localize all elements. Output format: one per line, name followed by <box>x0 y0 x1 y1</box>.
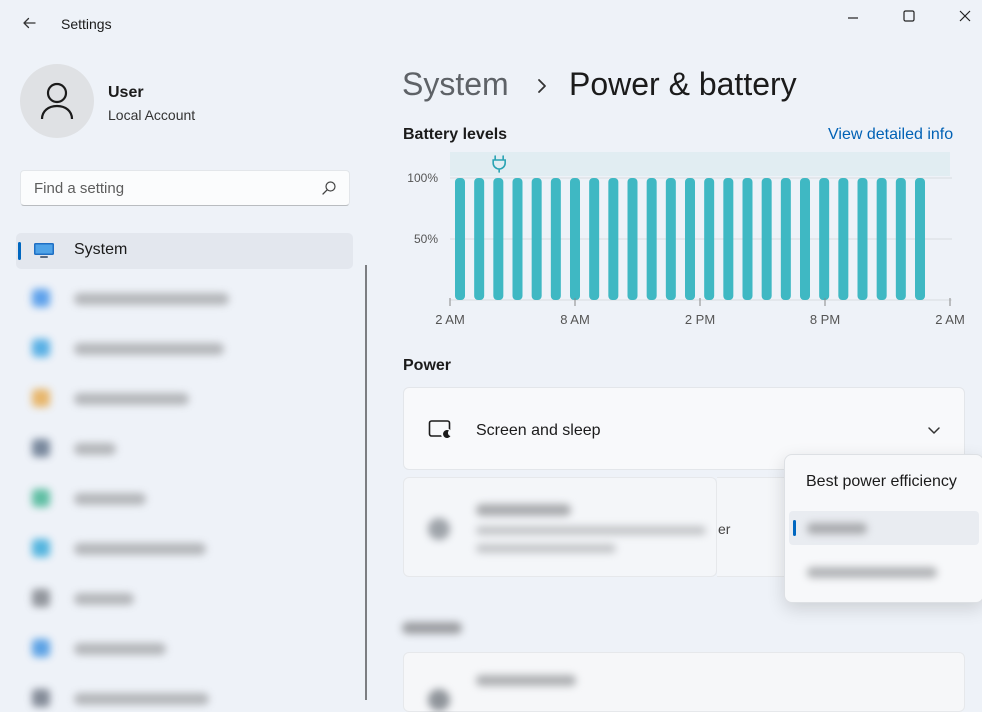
battery-bar <box>627 178 638 300</box>
screen-and-sleep-label: Screen and sleep <box>476 422 601 439</box>
search-icon[interactable] <box>321 180 337 196</box>
selection-indicator <box>793 520 796 536</box>
sidebar-item-icon <box>32 639 50 657</box>
battery-bar <box>493 178 504 300</box>
battery-bar <box>761 178 772 300</box>
battery-bar <box>531 178 542 300</box>
search-input[interactable]: Find a setting <box>20 170 350 206</box>
sidebar-item-icon <box>32 689 50 707</box>
sidebar-item-label-blurred <box>74 393 189 405</box>
close-button[interactable] <box>938 0 982 32</box>
option-best-power-efficiency[interactable]: Best power efficiency <box>806 473 957 491</box>
x-tick-label: 8 AM <box>560 312 590 327</box>
sidebar-item-label-blurred <box>74 443 116 455</box>
battery-bar <box>780 178 791 300</box>
chart-x-ticks: 2 AM 8 AM 2 PM 8 PM 2 AM <box>435 298 965 327</box>
battery-saver-card[interactable] <box>403 652 965 712</box>
app-title: Settings <box>61 16 112 32</box>
sidebar-item-icon <box>32 339 50 357</box>
sidebar-item-label-blurred <box>74 543 206 555</box>
battery-bar <box>895 178 906 300</box>
power-mode-card[interactable] <box>403 477 717 577</box>
close-icon <box>959 10 971 22</box>
battery-bar <box>570 178 580 300</box>
sidebar-item-system[interactable]: System <box>16 233 353 269</box>
battery-bar <box>915 178 925 300</box>
sidebar-item-label-blurred <box>74 493 146 505</box>
sidebar-item-label-blurred <box>74 693 209 705</box>
option-label-blurred <box>807 567 937 578</box>
power-mode-desc-suffix: er <box>718 521 731 537</box>
battery-bar <box>550 178 561 300</box>
power-heading: Power <box>403 357 452 374</box>
power-mode-dropdown[interactable]: Best power efficiency <box>784 454 982 603</box>
battery-levels-chart: 100% 50% 2 AM 8 AM 2 PM 8 PM 2 AM <box>407 152 965 327</box>
x-tick-label: 2 PM <box>685 312 715 327</box>
battery-bar <box>685 178 695 300</box>
battery-section-heading <box>402 622 462 634</box>
minimize-icon <box>848 17 858 19</box>
battery-bar <box>742 178 753 300</box>
sidebar-item-icon <box>32 589 50 607</box>
screen-sleep-icon <box>428 420 452 440</box>
y-tick-label: 50% <box>414 232 438 246</box>
account-type: Local Account <box>108 107 196 123</box>
person-icon <box>40 82 74 120</box>
back-arrow-icon <box>23 17 36 29</box>
battery-bar <box>455 178 465 300</box>
sidebar-item-label-blurred <box>74 293 229 305</box>
sidebar-item-icon <box>32 439 50 457</box>
battery-levels-heading: Battery levels <box>403 126 508 143</box>
search-placeholder: Find a setting <box>34 180 125 197</box>
sidebar-item-icon <box>32 489 50 507</box>
battery-bar <box>608 178 619 300</box>
battery-bar <box>857 178 868 300</box>
sidebar-item-icon <box>32 389 50 407</box>
back-button[interactable] <box>14 8 44 38</box>
user-name: User <box>108 84 144 101</box>
sidebar-item-icon <box>32 289 50 307</box>
option-blurred[interactable] <box>789 555 979 589</box>
battery-bar <box>704 178 715 300</box>
sidebar-item-label-blurred <box>74 343 224 355</box>
option-label-blurred <box>807 523 867 534</box>
option-selected[interactable] <box>789 511 979 545</box>
maximize-icon <box>903 10 915 22</box>
x-tick-label: 8 PM <box>810 312 840 327</box>
power-mode-blurred-content <box>404 478 716 576</box>
battery-bar <box>589 178 600 300</box>
avatar[interactable] <box>20 64 94 138</box>
battery-bar <box>819 178 830 300</box>
chevron-down-icon[interactable] <box>926 422 942 438</box>
battery-bar <box>800 178 810 300</box>
page-title: Power & battery <box>569 66 797 102</box>
breadcrumb-parent[interactable]: System <box>402 66 509 103</box>
monitor-icon <box>34 243 54 258</box>
battery-bar <box>876 178 887 300</box>
battery-bar <box>838 178 849 300</box>
minimize-button[interactable] <box>826 0 880 32</box>
battery-bar <box>512 178 523 300</box>
power-mode-icon <box>428 518 450 540</box>
chart-top-band <box>450 152 950 176</box>
sidebar-scrollbar[interactable] <box>365 265 367 700</box>
sidebar-item-icon <box>32 539 50 557</box>
sidebar-item-label-blurred <box>74 643 166 655</box>
x-tick-label: 2 AM <box>435 312 465 327</box>
sidebar-item-label-blurred <box>74 593 134 605</box>
battery-bar <box>646 178 657 300</box>
battery-bar <box>723 178 734 300</box>
battery-bar <box>665 178 676 300</box>
y-tick-label: 100% <box>407 171 438 185</box>
battery-saver-icon <box>428 689 450 711</box>
chevron-right-icon <box>538 79 546 93</box>
maximize-button[interactable] <box>882 0 936 32</box>
view-detailed-info-link[interactable]: View detailed info <box>828 126 953 144</box>
chart-y-ticks: 100% 50% <box>407 171 438 246</box>
sidebar-item-label: System <box>74 241 128 258</box>
selection-indicator <box>18 242 21 260</box>
battery-bar <box>474 178 485 300</box>
x-tick-label: 2 AM <box>935 312 965 327</box>
